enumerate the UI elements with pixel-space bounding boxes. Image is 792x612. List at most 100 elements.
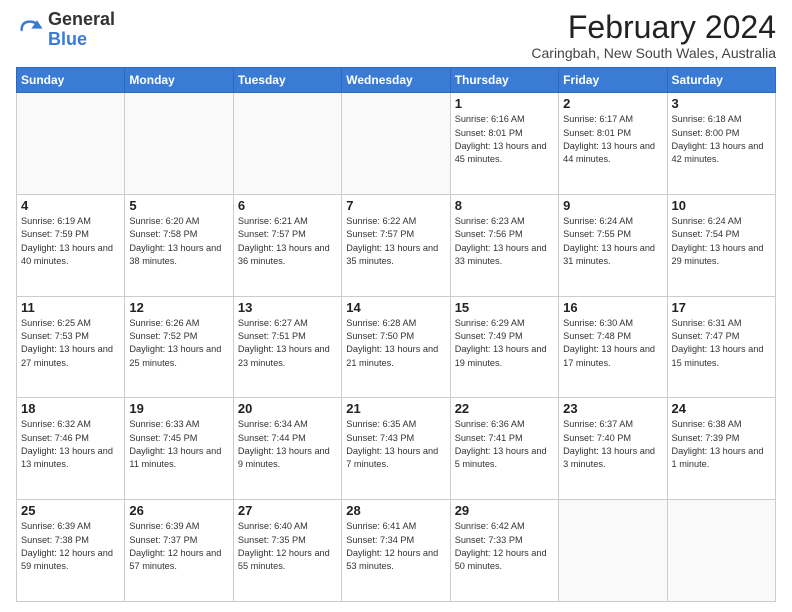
day-number: 7 — [346, 198, 445, 213]
day-number: 23 — [563, 401, 662, 416]
day-info: Sunrise: 6:20 AM Sunset: 7:58 PM Dayligh… — [129, 215, 228, 268]
day-info: Sunrise: 6:39 AM Sunset: 7:37 PM Dayligh… — [129, 520, 228, 573]
day-number: 6 — [238, 198, 337, 213]
calendar-cell-1-5: 1 Sunrise: 6:16 AM Sunset: 8:01 PM Daylig… — [450, 93, 558, 195]
day-info: Sunrise: 6:31 AM Sunset: 7:47 PM Dayligh… — [672, 317, 771, 370]
calendar-cell-2-4: 7 Sunrise: 6:22 AM Sunset: 7:57 PM Daylig… — [342, 194, 450, 296]
calendar-cell-4-7: 24Sunrise: 6:38 AM Sunset: 7:39 PM Dayli… — [667, 398, 775, 500]
day-number: 19 — [129, 401, 228, 416]
day-info: Sunrise: 6:33 AM Sunset: 7:45 PM Dayligh… — [129, 418, 228, 471]
day-info: Sunrise: 6:16 AM Sunset: 8:01 PM Dayligh… — [455, 113, 554, 166]
day-number: 20 — [238, 401, 337, 416]
calendar-cell-3-4: 14Sunrise: 6:28 AM Sunset: 7:50 PM Dayli… — [342, 296, 450, 398]
calendar-cell-2-6: 9 Sunrise: 6:24 AM Sunset: 7:55 PM Daylig… — [559, 194, 667, 296]
day-number: 25 — [21, 503, 120, 518]
calendar-cell-4-4: 21Sunrise: 6:35 AM Sunset: 7:43 PM Dayli… — [342, 398, 450, 500]
calendar-cell-2-7: 10Sunrise: 6:24 AM Sunset: 7:54 PM Dayli… — [667, 194, 775, 296]
day-number: 27 — [238, 503, 337, 518]
day-info: Sunrise: 6:42 AM Sunset: 7:33 PM Dayligh… — [455, 520, 554, 573]
calendar-cell-1-4 — [342, 93, 450, 195]
calendar-cell-1-2 — [125, 93, 233, 195]
col-tuesday: Tuesday — [233, 68, 341, 93]
calendar-table: Sunday Monday Tuesday Wednesday Thursday… — [16, 67, 776, 602]
day-number: 22 — [455, 401, 554, 416]
day-info: Sunrise: 6:37 AM Sunset: 7:40 PM Dayligh… — [563, 418, 662, 471]
day-info: Sunrise: 6:29 AM Sunset: 7:49 PM Dayligh… — [455, 317, 554, 370]
day-number: 21 — [346, 401, 445, 416]
location-subtitle: Caringbah, New South Wales, Australia — [531, 45, 776, 61]
day-number: 26 — [129, 503, 228, 518]
day-number: 29 — [455, 503, 554, 518]
calendar-cell-2-3: 6 Sunrise: 6:21 AM Sunset: 7:57 PM Daylig… — [233, 194, 341, 296]
day-number: 16 — [563, 300, 662, 315]
calendar-cell-4-6: 23 Sunrise: 6:37 AM Sunset: 7:40 PM Dayli… — [559, 398, 667, 500]
day-number: 12 — [129, 300, 228, 315]
calendar-cell-2-1: 4Sunrise: 6:19 AM Sunset: 7:59 PM Daylig… — [17, 194, 125, 296]
day-number: 5 — [129, 198, 228, 213]
col-thursday: Thursday — [450, 68, 558, 93]
day-info: Sunrise: 6:36 AM Sunset: 7:41 PM Dayligh… — [455, 418, 554, 471]
week-row-2: 4Sunrise: 6:19 AM Sunset: 7:59 PM Daylig… — [17, 194, 776, 296]
calendar-header-row: Sunday Monday Tuesday Wednesday Thursday… — [17, 68, 776, 93]
calendar-cell-5-6 — [559, 500, 667, 602]
page: General Blue February 2024 Caringbah, Ne… — [0, 0, 792, 612]
day-info: Sunrise: 6:28 AM Sunset: 7:50 PM Dayligh… — [346, 317, 445, 370]
col-sunday: Sunday — [17, 68, 125, 93]
week-row-5: 25Sunrise: 6:39 AM Sunset: 7:38 PM Dayli… — [17, 500, 776, 602]
calendar-cell-1-1 — [17, 93, 125, 195]
day-info: Sunrise: 6:24 AM Sunset: 7:55 PM Dayligh… — [563, 215, 662, 268]
calendar-cell-5-3: 27 Sunrise: 6:40 AM Sunset: 7:35 PM Dayli… — [233, 500, 341, 602]
week-row-4: 18 Sunrise: 6:32 AM Sunset: 7:46 PM Dayli… — [17, 398, 776, 500]
day-number: 11 — [21, 300, 120, 315]
calendar-cell-1-3 — [233, 93, 341, 195]
day-info: Sunrise: 6:19 AM Sunset: 7:59 PM Dayligh… — [21, 215, 120, 268]
calendar-cell-4-3: 20 Sunrise: 6:34 AM Sunset: 7:44 PM Dayli… — [233, 398, 341, 500]
week-row-1: 1 Sunrise: 6:16 AM Sunset: 8:01 PM Daylig… — [17, 93, 776, 195]
month-title: February 2024 — [531, 10, 776, 45]
day-info: Sunrise: 6:32 AM Sunset: 7:46 PM Dayligh… — [21, 418, 120, 471]
logo-icon — [16, 16, 44, 44]
day-info: Sunrise: 6:18 AM Sunset: 8:00 PM Dayligh… — [672, 113, 771, 166]
day-info: Sunrise: 6:21 AM Sunset: 7:57 PM Dayligh… — [238, 215, 337, 268]
calendar-cell-5-4: 28 Sunrise: 6:41 AM Sunset: 7:34 PM Dayli… — [342, 500, 450, 602]
col-monday: Monday — [125, 68, 233, 93]
week-row-3: 11Sunrise: 6:25 AM Sunset: 7:53 PM Dayli… — [17, 296, 776, 398]
logo: General Blue — [16, 10, 115, 50]
calendar-cell-3-5: 15 Sunrise: 6:29 AM Sunset: 7:49 PM Dayli… — [450, 296, 558, 398]
day-number: 3 — [672, 96, 771, 111]
col-saturday: Saturday — [667, 68, 775, 93]
calendar-cell-5-1: 25Sunrise: 6:39 AM Sunset: 7:38 PM Dayli… — [17, 500, 125, 602]
day-info: Sunrise: 6:41 AM Sunset: 7:34 PM Dayligh… — [346, 520, 445, 573]
day-number: 1 — [455, 96, 554, 111]
day-info: Sunrise: 6:22 AM Sunset: 7:57 PM Dayligh… — [346, 215, 445, 268]
day-info: Sunrise: 6:17 AM Sunset: 8:01 PM Dayligh… — [563, 113, 662, 166]
day-number: 9 — [563, 198, 662, 213]
header: General Blue February 2024 Caringbah, Ne… — [16, 10, 776, 61]
day-number: 2 — [563, 96, 662, 111]
calendar-cell-2-5: 8Sunrise: 6:23 AM Sunset: 7:56 PM Daylig… — [450, 194, 558, 296]
logo-general-text: General — [48, 9, 115, 29]
logo-blue-text: Blue — [48, 29, 87, 49]
day-info: Sunrise: 6:40 AM Sunset: 7:35 PM Dayligh… — [238, 520, 337, 573]
day-info: Sunrise: 6:26 AM Sunset: 7:52 PM Dayligh… — [129, 317, 228, 370]
day-number: 28 — [346, 503, 445, 518]
day-number: 24 — [672, 401, 771, 416]
calendar-cell-5-2: 26 Sunrise: 6:39 AM Sunset: 7:37 PM Dayli… — [125, 500, 233, 602]
day-info: Sunrise: 6:30 AM Sunset: 7:48 PM Dayligh… — [563, 317, 662, 370]
calendar-cell-3-7: 17Sunrise: 6:31 AM Sunset: 7:47 PM Dayli… — [667, 296, 775, 398]
day-info: Sunrise: 6:34 AM Sunset: 7:44 PM Dayligh… — [238, 418, 337, 471]
calendar-cell-3-6: 16 Sunrise: 6:30 AM Sunset: 7:48 PM Dayli… — [559, 296, 667, 398]
calendar-cell-5-5: 29 Sunrise: 6:42 AM Sunset: 7:33 PM Dayli… — [450, 500, 558, 602]
col-wednesday: Wednesday — [342, 68, 450, 93]
day-number: 10 — [672, 198, 771, 213]
day-number: 15 — [455, 300, 554, 315]
calendar-cell-2-2: 5 Sunrise: 6:20 AM Sunset: 7:58 PM Daylig… — [125, 194, 233, 296]
logo-text: General Blue — [48, 10, 115, 50]
calendar-cell-3-3: 13Sunrise: 6:27 AM Sunset: 7:51 PM Dayli… — [233, 296, 341, 398]
day-number: 13 — [238, 300, 337, 315]
day-number: 8 — [455, 198, 554, 213]
calendar-cell-5-7 — [667, 500, 775, 602]
day-number: 18 — [21, 401, 120, 416]
calendar-cell-4-2: 19 Sunrise: 6:33 AM Sunset: 7:45 PM Dayli… — [125, 398, 233, 500]
calendar-cell-1-7: 3 Sunrise: 6:18 AM Sunset: 8:00 PM Daylig… — [667, 93, 775, 195]
